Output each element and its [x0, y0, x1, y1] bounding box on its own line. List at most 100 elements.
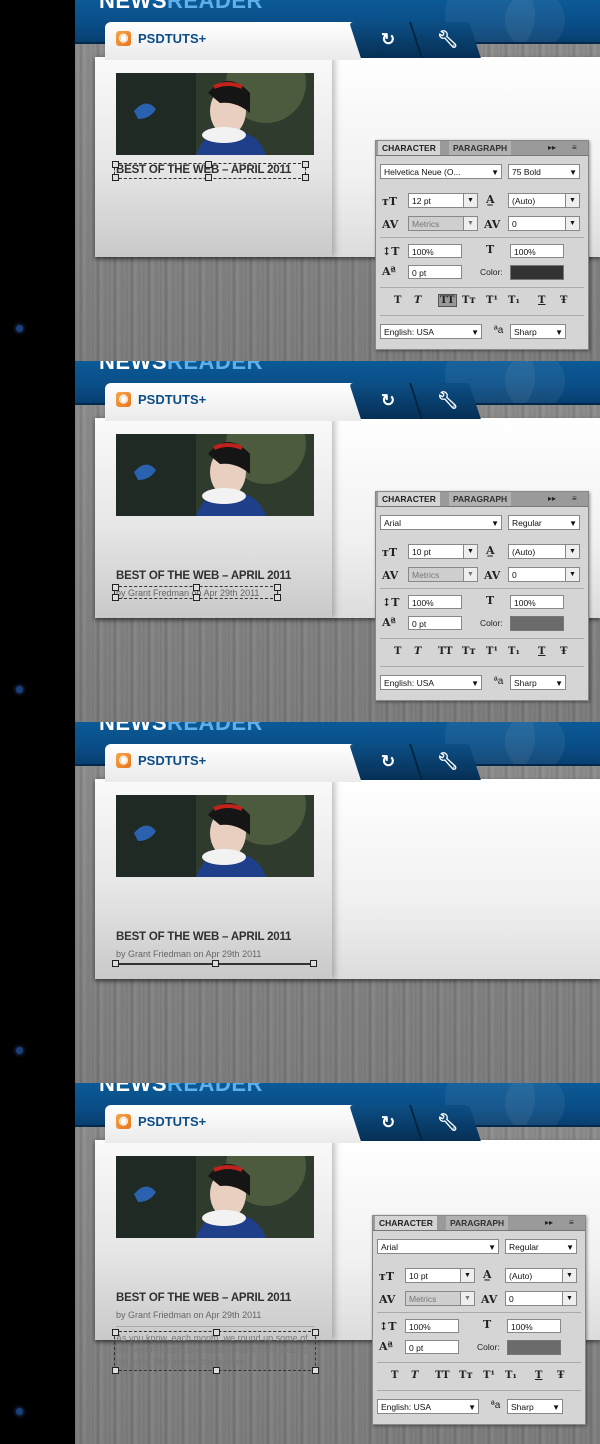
- faux-italic-button[interactable]: T: [411, 1370, 418, 1381]
- refresh-icon[interactable]: ↻: [381, 391, 395, 411]
- tab-paragraph[interactable]: PARAGRAPH: [449, 141, 512, 155]
- article-meta[interactable]: by Grant Friedman on Apr 29th 2011: [116, 949, 261, 959]
- color-swatch[interactable]: [510, 616, 564, 631]
- kerning-select[interactable]: Metrics ▼: [408, 567, 478, 582]
- font-family-select[interactable]: Helvetica Neue (O... ▼: [380, 164, 502, 179]
- article-title[interactable]: BEST OF THE WEB – APRIL 2011: [116, 1292, 291, 1304]
- panel-menu-icon[interactable]: ≡: [569, 1218, 574, 1227]
- article-card: BEST OF THE WEB – APRIL 2011 by Grant Fr…: [95, 779, 600, 979]
- tab-character[interactable]: CHARACTER: [378, 141, 440, 155]
- font-size-select[interactable]: 10 pt ▼: [408, 544, 478, 559]
- all-caps-button[interactable]: TT: [438, 294, 457, 307]
- strikethrough-button[interactable]: Ŧ: [557, 1370, 564, 1381]
- tracking-select[interactable]: 0 ▼: [508, 567, 580, 582]
- language-select[interactable]: English: USA ▼: [380, 675, 482, 690]
- faux-bold-button[interactable]: T: [394, 646, 401, 657]
- antialias-select[interactable]: Sharp ▼: [510, 675, 566, 690]
- panel-menu-icon[interactable]: ≡: [572, 143, 577, 152]
- color-swatch[interactable]: [510, 265, 564, 280]
- article-title[interactable]: BEST OF THE WEB – APRIL 2011: [116, 931, 291, 943]
- article-title[interactable]: BEST OF THE WEB – APRIL 2011: [116, 570, 291, 582]
- panel-menu-icon[interactable]: ≡: [572, 494, 577, 503]
- kerning-select[interactable]: Metrics ▼: [408, 216, 478, 231]
- vertical-scale-field[interactable]: 100%: [408, 244, 462, 258]
- leading-select[interactable]: (Auto) ▼: [508, 544, 580, 559]
- text-selection-box[interactable]: [114, 1331, 316, 1371]
- faux-bold-button[interactable]: T: [391, 1370, 398, 1381]
- faux-bold-button[interactable]: T: [394, 295, 401, 306]
- antialias-select[interactable]: Sharp ▼: [507, 1399, 563, 1414]
- underline-button[interactable]: T: [538, 295, 545, 306]
- superscript-button[interactable]: T¹: [486, 295, 498, 306]
- underline-button[interactable]: T: [535, 1370, 542, 1381]
- faux-italic-button[interactable]: T: [414, 295, 421, 306]
- color-swatch[interactable]: [507, 1340, 561, 1355]
- collapse-icon[interactable]: ▸▸: [548, 494, 556, 503]
- antialias-icon: ªa: [494, 325, 504, 336]
- kerning-select[interactable]: Metrics ▼: [405, 1291, 475, 1306]
- horizontal-scale-field[interactable]: 100%: [510, 595, 564, 609]
- article-column: BEST OF THE WEB – APRIL 2011 by Grant Fr…: [95, 418, 332, 618]
- superscript-button[interactable]: T¹: [483, 1370, 495, 1381]
- underline-button[interactable]: T: [538, 646, 545, 657]
- wrench-icon[interactable]: 🔧︎: [437, 1113, 459, 1133]
- font-style-select[interactable]: Regular ▼: [508, 515, 580, 530]
- language-select[interactable]: English: USA ▼: [377, 1399, 479, 1414]
- rss-icon: ◉: [116, 753, 131, 768]
- collapse-icon[interactable]: ▸▸: [545, 1218, 553, 1227]
- horizontal-scale-field[interactable]: 100%: [507, 1319, 561, 1333]
- tracking-select[interactable]: 0 ▼: [505, 1291, 577, 1306]
- horizontal-scale-field[interactable]: 100%: [510, 244, 564, 258]
- vertical-scale-field[interactable]: 100%: [408, 595, 462, 609]
- character-palette[interactable]: CHARACTER PARAGRAPH ▸▸ ≡ Arial ▼ Regular ▼…: [372, 1215, 586, 1425]
- antialias-select[interactable]: Sharp ▼: [510, 324, 566, 339]
- refresh-icon[interactable]: ↻: [381, 30, 395, 50]
- refresh-icon[interactable]: ↻: [381, 1113, 395, 1133]
- baseline-field[interactable]: 0 pt: [408, 265, 462, 279]
- wrench-icon[interactable]: 🔧︎: [437, 752, 459, 772]
- vertical-scale-field[interactable]: 100%: [405, 1319, 459, 1333]
- leading-icon: A̲: [486, 193, 495, 206]
- all-caps-button[interactable]: TT: [435, 1370, 450, 1381]
- collapse-icon[interactable]: ▸▸: [548, 143, 556, 152]
- all-caps-button[interactable]: TT: [438, 646, 453, 657]
- wrench-icon[interactable]: 🔧︎: [437, 30, 459, 50]
- language-select[interactable]: English: USA ▼: [380, 324, 482, 339]
- color-label: Color:: [480, 267, 503, 277]
- vertical-scale-icon: ↕T: [379, 1320, 397, 1333]
- font-family-select[interactable]: Arial ▼: [377, 1239, 499, 1254]
- baseline-icon: Aª: [382, 265, 396, 278]
- font-family-select[interactable]: Arial ▼: [380, 515, 502, 530]
- leading-select[interactable]: (Auto) ▼: [508, 193, 580, 208]
- refresh-icon[interactable]: ↻: [381, 752, 395, 772]
- small-caps-button[interactable]: Tт: [462, 646, 476, 657]
- tab-character[interactable]: CHARACTER: [378, 492, 440, 506]
- faux-italic-button[interactable]: T: [414, 646, 421, 657]
- tracking-select[interactable]: 0 ▼: [508, 216, 580, 231]
- font-size-select[interactable]: 12 pt ▼: [408, 193, 478, 208]
- font-size-select[interactable]: 10 pt ▼: [405, 1268, 475, 1283]
- tab-paragraph[interactable]: PARAGRAPH: [446, 1216, 509, 1230]
- wrench-icon[interactable]: 🔧︎: [437, 391, 459, 411]
- baseline-field[interactable]: 0 pt: [408, 616, 462, 630]
- small-caps-button[interactable]: Tт: [462, 295, 476, 306]
- baseline-field[interactable]: 0 pt: [405, 1340, 459, 1354]
- subscript-button[interactable]: T₁: [505, 1370, 517, 1381]
- font-style-select[interactable]: Regular ▼: [505, 1239, 577, 1254]
- tab-paragraph[interactable]: PARAGRAPH: [449, 492, 512, 506]
- character-palette[interactable]: CHARACTER PARAGRAPH ▸▸ ≡ Helvetica Neue …: [375, 140, 589, 350]
- article-photo: [116, 434, 314, 516]
- step-panel-2: NEWSREADER ↻ 🔧︎ ◉ PSDTUTS+ BEST OF THE W…: [75, 361, 600, 722]
- strikethrough-button[interactable]: Ŧ: [560, 646, 567, 657]
- leading-select[interactable]: (Auto) ▼: [505, 1268, 577, 1283]
- article-photo: [116, 73, 314, 155]
- subscript-button[interactable]: T₁: [508, 646, 520, 657]
- strikethrough-button[interactable]: Ŧ: [560, 295, 567, 306]
- character-palette[interactable]: CHARACTER PARAGRAPH ▸▸ ≡ Arial ▼ Regular ▼…: [375, 491, 589, 701]
- font-style-select[interactable]: 75 Bold ▼: [508, 164, 580, 179]
- small-caps-button[interactable]: Tт: [459, 1370, 473, 1381]
- superscript-button[interactable]: T¹: [486, 646, 498, 657]
- subscript-button[interactable]: T₁: [508, 295, 520, 306]
- tab-character[interactable]: CHARACTER: [375, 1216, 437, 1230]
- article-meta[interactable]: by Grant Friedman on Apr 29th 2011: [116, 1310, 261, 1320]
